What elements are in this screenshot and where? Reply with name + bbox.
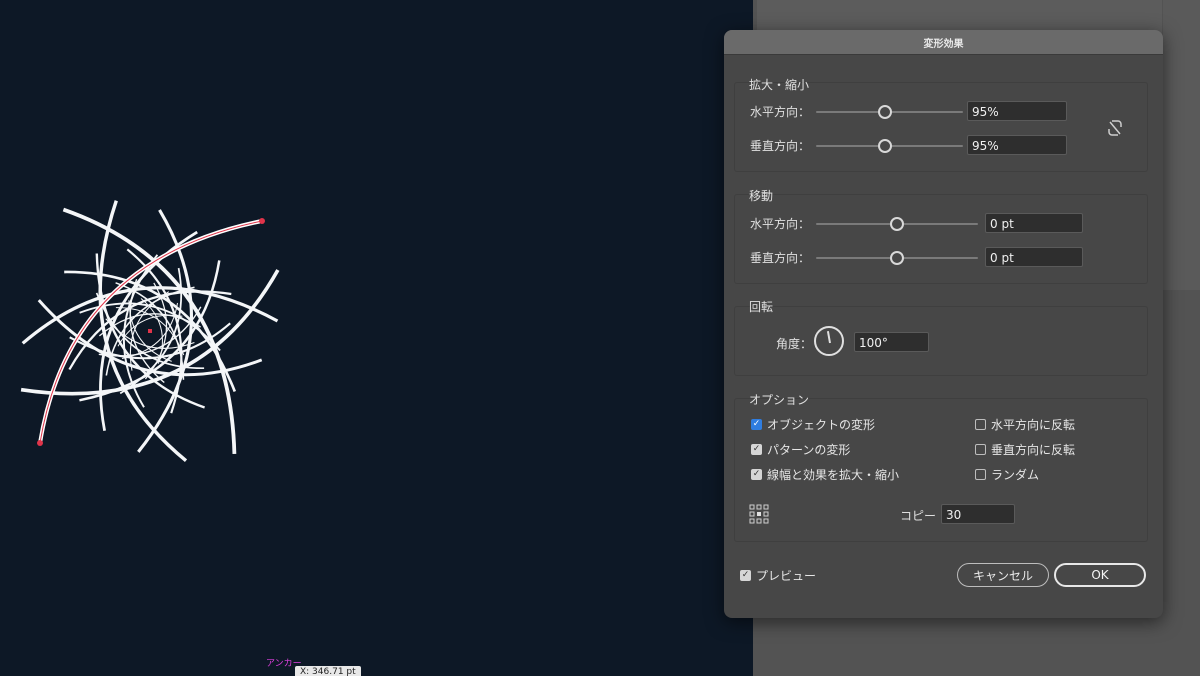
copies-field[interactable]: 30 xyxy=(941,504,1015,524)
random-checkbox[interactable]: ランダム xyxy=(975,466,1039,483)
reflect-y-checkbox[interactable]: 垂直方向に反転 xyxy=(975,441,1075,458)
preview-checkbox[interactable]: ✓ プレビュー xyxy=(740,567,816,584)
move-vertical-label: 垂直方向： xyxy=(750,251,811,265)
reflect-y-label: 垂直方向に反転 xyxy=(991,443,1076,457)
spiral-artwork[interactable] xyxy=(0,0,753,676)
checkbox-checked-icon: ✓ xyxy=(751,444,762,455)
link-proportions-icon[interactable] xyxy=(1106,118,1124,138)
scale-strokes-checkbox[interactable]: ✓ 線幅と効果を拡大・縮小 xyxy=(751,466,899,483)
center-point xyxy=(148,329,152,333)
scale-strokes-label: 線幅と効果を拡大・縮小 xyxy=(767,468,900,482)
rotate-section-title: 回転 xyxy=(749,300,774,314)
copies-label: コピー xyxy=(900,509,937,523)
dialog-titlebar[interactable]: 変形効果 xyxy=(724,30,1163,55)
reflect-x-label: 水平方向に反転 xyxy=(991,418,1076,432)
cancel-button[interactable]: キャンセル xyxy=(957,563,1049,587)
ok-button[interactable]: OK xyxy=(1054,563,1146,587)
move-horizontal-field[interactable]: 0 pt xyxy=(985,213,1083,233)
checkbox-unchecked-icon xyxy=(975,469,986,480)
dialog-title: 変形効果 xyxy=(923,38,964,50)
scale-vertical-slider-thumb[interactable] xyxy=(878,139,892,153)
move-vertical-field[interactable]: 0 pt xyxy=(985,247,1083,267)
coordinate-readout: X: 346.71 pt xyxy=(295,666,361,676)
scale-vertical-label: 垂直方向： xyxy=(750,139,811,153)
checkbox-unchecked-icon xyxy=(975,419,986,430)
scale-horizontal-slider-thumb[interactable] xyxy=(878,105,892,119)
checkbox-checked-icon: ✓ xyxy=(740,570,751,581)
scale-horizontal-label: 水平方向： xyxy=(750,105,811,119)
anchor-point-start xyxy=(37,440,43,446)
move-horizontal-label: 水平方向： xyxy=(750,217,811,231)
scale-section-title: 拡大・縮小 xyxy=(749,78,810,92)
angle-dial-needle xyxy=(826,331,831,344)
transform-patterns-label: パターンの変形 xyxy=(767,443,851,457)
checkbox-checked-icon: ✓ xyxy=(751,469,762,480)
preview-label: プレビュー xyxy=(756,569,817,583)
scale-section xyxy=(734,82,1148,172)
random-label: ランダム xyxy=(991,468,1040,482)
checkbox-unchecked-icon xyxy=(975,444,986,455)
scale-vertical-field[interactable]: 95% xyxy=(967,135,1067,155)
scale-horizontal-field[interactable]: 95% xyxy=(967,101,1067,121)
options-section-title: オプション xyxy=(749,393,810,407)
angle-dial-icon[interactable] xyxy=(814,326,844,356)
rotate-angle-field[interactable]: 100° xyxy=(854,332,929,352)
move-vertical-slider-thumb[interactable] xyxy=(890,251,904,265)
transform-objects-label: オブジェクトの変形 xyxy=(767,418,876,432)
move-section-title: 移動 xyxy=(749,189,774,203)
reference-point-icon[interactable] xyxy=(749,504,769,524)
reflect-x-checkbox[interactable]: 水平方向に反転 xyxy=(975,416,1075,433)
move-section xyxy=(734,194,1148,284)
transform-objects-checkbox[interactable]: ✓ オブジェクトの変形 xyxy=(751,416,875,433)
checkbox-checked-icon: ✓ xyxy=(751,419,762,430)
move-horizontal-slider-thumb[interactable] xyxy=(890,217,904,231)
rotate-angle-label: 角度： xyxy=(776,337,813,351)
background-panel-strip xyxy=(1163,0,1200,290)
transform-effect-dialog: 変形効果 拡大・縮小 水平方向： 95% 垂直方向： 95% 移動 水平方向： … xyxy=(724,30,1163,618)
anchor-point-end xyxy=(259,218,265,224)
transform-patterns-checkbox[interactable]: ✓ パターンの変形 xyxy=(751,441,850,458)
spiral-arc xyxy=(21,286,279,345)
artboard-canvas[interactable]: アンカー X: 346.71 pt xyxy=(0,0,753,676)
